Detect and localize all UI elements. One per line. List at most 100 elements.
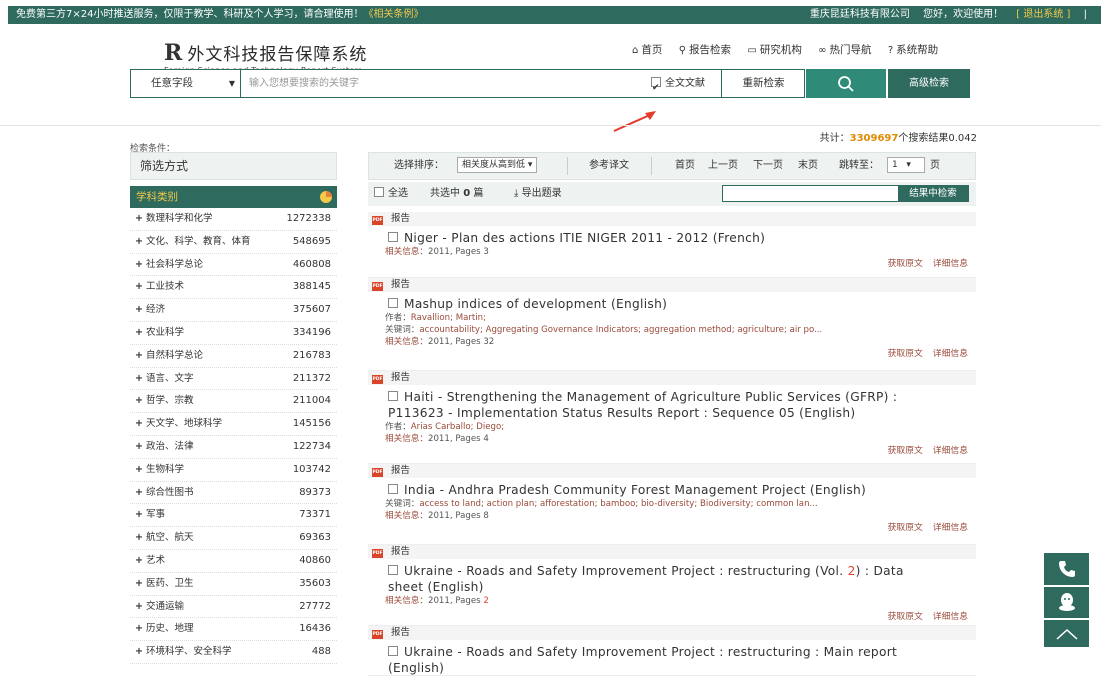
search-button[interactable] xyxy=(806,69,886,98)
detail-link[interactable]: 详细信息 xyxy=(933,349,968,359)
category-item[interactable]: + 政治、法律 122734 xyxy=(130,436,337,459)
plus-icon: + xyxy=(135,577,143,589)
category-item[interactable]: + 生物科学 103742 xyxy=(130,459,337,482)
plus-icon: + xyxy=(135,509,143,521)
category-item[interactable]: + 交通运输 27772 xyxy=(130,596,337,619)
goto-label: 跳转至： xyxy=(839,160,879,171)
nav-help[interactable]: ? 系统帮助 xyxy=(888,44,938,56)
category-item[interactable]: + 历史、地理 16436 xyxy=(130,618,337,642)
filter-sidebar: 筛选方式 学科类别 + 数理科学和化学 1272338 + 文化、科学、教育、体育 548… xyxy=(130,152,337,670)
category-item[interactable]: + 天文学、地球科学 145156 xyxy=(130,413,337,436)
notice-text: 免费第三方7×24小时推送服务，仅限于教学、科研及个人学习，请合理使用！ xyxy=(16,9,364,20)
qq-button[interactable] xyxy=(1044,587,1089,618)
download-icon: ⤓ xyxy=(514,188,519,199)
category-count: 488 xyxy=(311,646,331,658)
category-item[interactable]: + 医药、卫生 35603 xyxy=(130,573,337,596)
next-page-link[interactable]: 下一页 xyxy=(753,153,783,179)
export-button[interactable]: ⤓ 导出题录 xyxy=(514,182,562,206)
result-title[interactable]: Niger - Plan des actions ITIE NIGER 2011… xyxy=(368,230,976,246)
nav-research-institutions[interactable]: ▭ 研究机构 xyxy=(747,44,801,56)
plus-icon: + xyxy=(135,554,143,566)
fetch-fulltext-link[interactable]: 获取原文 xyxy=(888,446,923,456)
category-name: 文化、科学、教育、体育 xyxy=(145,235,251,247)
results-panel: 选择排序： 相关度从高到低 ▾ 参考译文 首页 上一页 下一页 末页 跳转至： … xyxy=(368,152,976,676)
result-checkbox[interactable] xyxy=(388,484,398,494)
chevron-up-icon xyxy=(1055,628,1078,640)
category-name: 农业科学 xyxy=(145,326,184,338)
search-in-results-button[interactable]: 结果中检索 xyxy=(898,186,968,201)
nav-report-search[interactable]: ⚲ 报告检索 xyxy=(679,44,731,56)
detail-link[interactable]: 详细信息 xyxy=(933,259,968,269)
regulations-link[interactable]: 《相关条例》 xyxy=(363,9,423,20)
category-item[interactable]: + 文化、科学、教育、体育 548695 xyxy=(130,231,337,254)
category-item[interactable]: + 社会科学总论 460808 xyxy=(130,254,337,277)
fetch-fulltext-link[interactable]: 获取原文 xyxy=(888,612,923,622)
fetch-fulltext-link[interactable]: 获取原文 xyxy=(888,523,923,533)
result-checkbox[interactable] xyxy=(388,232,398,242)
last-page-link[interactable]: 末页 xyxy=(798,153,818,179)
result-title[interactable]: India - Andhra Pradesh Community Forest … xyxy=(368,482,976,498)
detail-link[interactable]: 详细信息 xyxy=(933,612,968,622)
category-name: 政治、法律 xyxy=(145,440,194,452)
main-nav: ⌂ 首页 ⚲ 报告检索 ▭ 研究机构 ∞ 热门导航 ? 系统帮助 xyxy=(632,42,951,57)
pdf-icon: PDF xyxy=(372,216,383,225)
category-name: 工业技术 xyxy=(145,281,184,293)
category-header[interactable]: 学科类别 xyxy=(130,186,337,208)
category-name: 哲学、宗教 xyxy=(145,395,194,407)
category-item[interactable]: + 语言、文字 211372 xyxy=(130,368,337,391)
search-icon xyxy=(838,76,854,92)
category-count: 216783 xyxy=(292,349,331,361)
fetch-fulltext-link[interactable]: 获取原文 xyxy=(888,259,923,269)
search-field-select[interactable]: 任意字段 ▼ xyxy=(131,70,241,97)
category-name: 经济 xyxy=(145,304,165,316)
plus-icon: + xyxy=(135,326,143,338)
result-title[interactable]: Ukraine - Roads and Safety Improvement P… xyxy=(368,644,976,676)
category-name: 军事 xyxy=(145,509,165,521)
detail-link[interactable]: 详细信息 xyxy=(933,446,968,456)
category-item[interactable]: + 工业技术 388145 xyxy=(130,276,337,300)
result-title[interactable]: Ukraine - Roads and Safety Improvement P… xyxy=(368,563,976,595)
result-item: PDF 报告 India - Andhra Pradesh Community F… xyxy=(368,464,976,545)
select-all-checkbox[interactable]: 全选 xyxy=(374,182,408,206)
back-to-top-button[interactable] xyxy=(1044,620,1089,647)
fulltext-checkbox[interactable]: 全文文献 xyxy=(651,70,705,102)
category-item[interactable]: + 艺术 40860 xyxy=(130,550,337,573)
search-input[interactable]: 输入您想要搜索的关键字 xyxy=(249,70,359,97)
detail-link[interactable]: 详细信息 xyxy=(933,523,968,533)
result-checkbox[interactable] xyxy=(388,298,398,308)
category-item[interactable]: + 军事 73371 xyxy=(130,504,337,528)
retry-search-button[interactable]: 重新检索 xyxy=(721,70,805,97)
plus-icon: + xyxy=(135,258,143,270)
advanced-search-button[interactable]: 高级检索 xyxy=(888,69,970,98)
category-item[interactable]: + 经济 375607 xyxy=(130,299,337,322)
result-title[interactable]: Mashup indices of development (English) xyxy=(368,296,976,312)
category-name: 航空、航天 xyxy=(145,532,194,544)
logout-link[interactable]: [ 退出系统 ] xyxy=(1016,9,1070,20)
category-item[interactable]: + 农业科学 334196 xyxy=(130,322,337,345)
nav-hot-navigation[interactable]: ∞ 热门导航 xyxy=(818,44,871,56)
result-checkbox[interactable] xyxy=(388,565,398,575)
phone-button[interactable] xyxy=(1044,553,1089,585)
category-item[interactable]: + 环境科学、安全科学 488 xyxy=(130,641,337,664)
action-bar: 全选 共选中 0 篇 ⤓ 导出题录 结果中检索 xyxy=(368,182,976,206)
prev-page-link[interactable]: 上一页 xyxy=(708,153,738,179)
category-item[interactable]: + 哲学、宗教 211004 xyxy=(130,390,337,414)
sort-select[interactable]: 相关度从高到低 ▾ xyxy=(457,157,538,173)
result-type: 报告 xyxy=(391,627,411,638)
result-checkbox[interactable] xyxy=(388,646,398,656)
site-logo[interactable]: R 外文科技报告保障系统 Foreign Science and Technol… xyxy=(164,40,368,75)
category-item[interactable]: + 综合性图书 89373 xyxy=(130,482,337,505)
logo-title: 外文科技报告保障系统 xyxy=(187,45,368,65)
category-item[interactable]: + 航空、航天 69363 xyxy=(130,527,337,550)
category-item[interactable]: + 自然科学总论 216783 xyxy=(130,345,337,368)
reference-translation-link[interactable]: 参考译文 xyxy=(589,153,629,179)
page-select[interactable]: 1 ▾ xyxy=(887,157,925,173)
result-info: 相关信息：2011, Pages 32 xyxy=(385,337,495,347)
first-page-link[interactable]: 首页 xyxy=(675,153,695,179)
fetch-fulltext-link[interactable]: 获取原文 xyxy=(888,349,923,359)
filter-title: 筛选方式 xyxy=(130,152,337,180)
result-title[interactable]: Haiti - Strengthening the Management of … xyxy=(368,389,976,421)
nav-home[interactable]: ⌂ 首页 xyxy=(632,44,662,56)
category-item[interactable]: + 数理科学和化学 1272338 xyxy=(130,208,337,231)
result-checkbox[interactable] xyxy=(388,391,398,401)
